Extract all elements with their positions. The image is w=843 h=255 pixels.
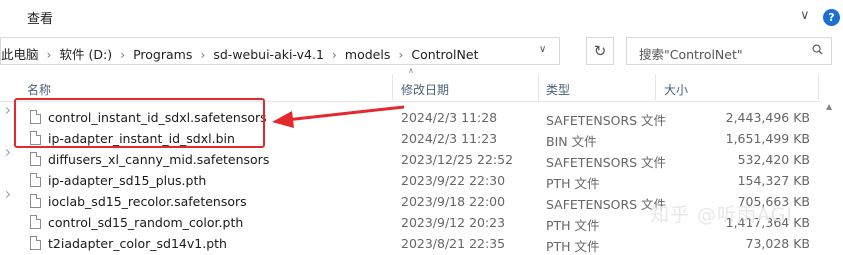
watermark: 知乎 @听雨AGI [650,204,794,226]
chevron-right-icon[interactable]: › [120,47,125,62]
chevron-right-icon[interactable]: › [398,47,403,62]
column-date[interactable]: 修改日期 [401,81,449,98]
tab-view[interactable]: 查看 [27,8,53,27]
chevron-right-icon[interactable]: › [200,47,205,62]
file-date: 2024/2/3 11:23 [401,131,498,146]
file-row[interactable]: t2iadapter_color_sd14v1.pth 2023/8/21 22… [0,234,820,255]
file-date: 2023/12/25 22:52 [401,152,514,167]
file-date: 2023/9/22 22:30 [401,173,506,188]
file-type: PTH 文件 [546,176,600,191]
file-date: 2023/8/21 22:35 [401,236,506,251]
file-icon [30,194,41,208]
file-type: SAFETENSORS 文件 [546,113,667,128]
column-size[interactable]: 大小 [664,81,688,98]
file-name: ioclab_sd15_recolor.safetensors [48,194,247,209]
column-divider[interactable] [818,74,819,100]
crumb-models[interactable]: models [345,47,390,62]
file-icon [30,173,41,187]
crumb-controlnet[interactable]: ControlNet [411,47,478,62]
red-arrow [272,105,405,128]
file-name: diffusers_xl_canny_mid.safetensors [48,152,270,167]
column-divider[interactable] [538,74,539,100]
scrollbar[interactable]: ▲ [820,101,843,247]
crumb-drive[interactable]: 软件 (D:) [60,47,113,62]
crumb-programs[interactable]: Programs [133,47,192,62]
help-icon[interactable]: ? [823,9,840,26]
file-size: 1,651,499 KB [725,131,810,146]
file-type: PTH 文件 [546,218,600,233]
breadcrumb: 此电脑 › 软件 (D:) › Programs › sd-webui-aki-v4.1 › m… [1,44,478,63]
file-icon [30,152,41,166]
ribbon: 查看 ∨ ? [0,0,843,35]
column-divider[interactable] [392,74,393,100]
file-size: 154,327 KB [737,173,810,188]
chevron-right-icon[interactable]: › [332,47,337,62]
file-type: PTH 文件 [546,239,600,254]
scroll-up-icon[interactable]: ▲ [826,102,832,111]
refresh-button[interactable]: ↻ [586,37,614,65]
file-icon [30,215,41,229]
highlight-box [14,98,265,148]
file-row[interactable]: diffusers_xl_canny_mid.safetensors 2023/… [0,150,820,171]
file-size: 2,443,496 KB [725,110,810,125]
file-date: 2023/9/12 20:23 [401,215,506,230]
file-type: BIN 文件 [546,134,597,149]
search-box[interactable]: 搜索"ControlNet" [626,37,832,65]
file-type: SAFETENSORS 文件 [546,197,667,212]
chevron-right-icon[interactable]: › [47,47,52,62]
ribbon-collapse-icon[interactable]: ∨ [800,8,810,23]
crumb-this-pc[interactable]: 此电脑 [1,47,39,62]
address-dropdown-icon[interactable]: ∨ [539,44,546,55]
search-icon[interactable] [812,44,823,55]
file-date: 2023/9/18 22:00 [401,194,506,209]
file-name: t2iadapter_color_sd14v1.pth [48,236,227,251]
file-row[interactable]: ip-adapter_sd15_plus.pth 2023/9/22 22:30… [0,171,820,192]
column-divider[interactable] [655,74,656,100]
column-type[interactable]: 类型 [546,81,570,98]
column-name[interactable]: 名称 [27,81,51,98]
file-name: control_sd15_random_color.pth [48,215,244,230]
file-size: 73,028 KB [745,236,810,251]
file-size: 532,420 KB [737,152,810,167]
file-type: SAFETENSORS 文件 [546,155,667,170]
file-name: ip-adapter_sd15_plus.pth [48,173,207,188]
address-bar[interactable]: 此电脑 › 软件 (D:) › Programs › sd-webui-aki-v4.1 › m… [0,37,560,65]
file-icon [30,236,41,250]
crumb-sd-webui[interactable]: sd-webui-aki-v4.1 [213,47,324,62]
search-placeholder[interactable]: 搜索"ControlNet" [639,44,743,63]
file-date: 2024/2/3 11:28 [401,110,498,125]
